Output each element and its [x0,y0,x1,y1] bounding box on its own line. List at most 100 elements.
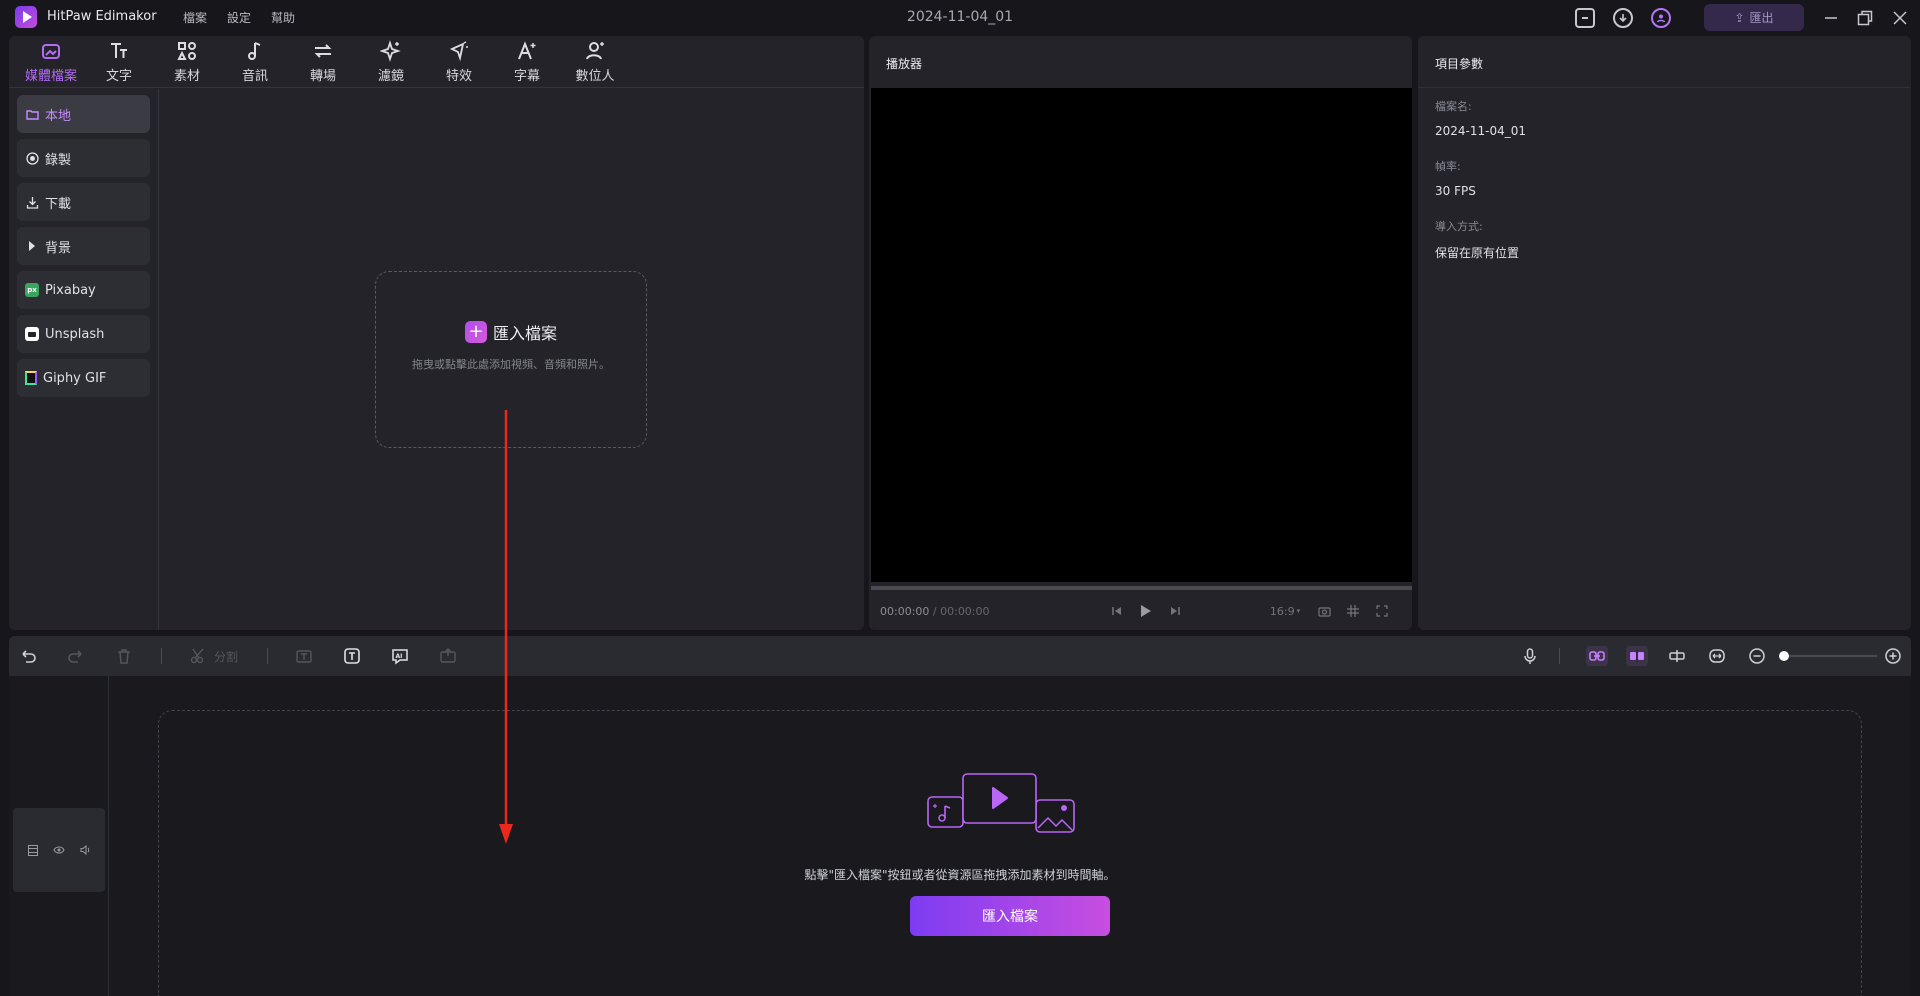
export-frame-icon[interactable] [438,646,458,666]
tab-media[interactable]: 媒體檔案 [17,36,85,88]
download-icon[interactable] [1613,8,1633,28]
redo-icon[interactable] [66,646,86,666]
speaker-icon[interactable] [79,844,91,856]
restore-icon[interactable] [1854,7,1876,29]
zoom-in-icon[interactable] [1883,646,1903,666]
file-name-value: 2024-11-04_01 [1435,124,1527,138]
microphone-icon[interactable] [1520,646,1540,666]
ai-caption-icon[interactable]: AI [390,646,410,666]
player-title: 播放器 [886,57,923,71]
tab-effects[interactable]: 特效 [425,36,493,88]
timeline-import-button[interactable]: 匯入檔案 [910,896,1110,936]
subtitle-icon [518,41,536,60]
zoom-out-icon[interactable] [1747,646,1767,666]
prev-frame-icon[interactable] [1110,604,1124,618]
sidebar-item-pixabay[interactable]: px Pixabay [17,271,150,309]
aspect-ratio-select[interactable]: 16:9 ▾ [1267,604,1303,618]
play-icon[interactable] [1139,604,1153,618]
player-time: 00:00:00 / 00:00:00 [880,605,990,618]
app-name: HitPaw Edimakor [47,9,157,24]
sidebar-item-local[interactable]: 本地 [17,95,150,133]
close-icon[interactable] [1889,7,1911,29]
player-controls: 00:00:00 / 00:00:00 16:9 ▾ [880,604,1400,620]
params-title: 項目參數 [1435,57,1484,71]
feedback-icon[interactable] [1575,8,1595,28]
audio-icon [248,42,261,60]
media-icon [42,44,60,59]
snapshot-icon[interactable] [1317,604,1331,618]
export-button[interactable]: ⇪ 匯出 [1704,4,1804,31]
toolbar-divider [1559,648,1560,664]
sidebar-item-download[interactable]: 下載 [17,183,150,221]
aspect-ratio-value: 16:9 [1269,604,1295,618]
undo-icon[interactable] [18,646,38,666]
link-clips-icon[interactable] [1586,646,1608,666]
current-time: 00:00:00 [880,605,930,618]
sidebar-item-background[interactable]: 背景 [17,227,150,265]
menu-bar: 檔案 設定 幫助 [183,9,295,26]
tab-label: 音訊 [241,69,268,84]
tab-avatar[interactable]: 數位人 [561,36,629,88]
import-label: 匯入檔案 [492,324,557,343]
tab-audio[interactable]: 音訊 [221,36,289,88]
text-tool-icon[interactable] [342,646,362,666]
eye-icon[interactable] [53,844,65,856]
frame-rate-value: 30 FPS [1435,184,1476,198]
menu-settings[interactable]: 設定 [227,9,251,26]
zoom-slider-track[interactable] [1783,655,1877,657]
menu-help[interactable]: 幫助 [271,9,295,26]
time-separator: / [929,605,941,618]
red-arrow-annotation [499,410,513,844]
media-sidebar: 本地 錄製 下載 背景 px Pixabay Unsplash Giphy GI… [9,89,159,630]
sidebar-item-label: 下載 [45,196,72,212]
menu-file[interactable]: 檔案 [183,9,207,26]
add-text-track-icon[interactable] [294,646,314,666]
avatar-icon [586,42,604,60]
unsplash-icon [25,327,39,341]
minimize-icon[interactable] [1820,7,1842,29]
film-track-icon[interactable] [27,844,39,856]
sidebar-item-unsplash[interactable]: Unsplash [17,315,150,353]
params-header: 項目參數 [1418,36,1911,88]
split-label[interactable]: 分割 [214,648,238,665]
titlebar-icons [1575,8,1671,28]
svg-text:AI: AI [396,653,403,660]
tab-label: 轉場 [309,69,336,84]
fit-timeline-icon[interactable] [1707,646,1727,666]
sidebar-item-label: 本地 [45,108,72,124]
tab-label: 素材 [173,69,200,84]
timeline-dropzone[interactable] [158,710,1862,996]
export-icon: ⇪ [1734,10,1745,25]
tab-filter[interactable]: 濾鏡 [357,36,425,88]
sidebar-item-label: 錄製 [45,152,72,168]
split-track-icon[interactable] [1667,646,1687,666]
crop-grid-icon[interactable] [1346,604,1360,618]
pixabay-icon: px [25,283,39,297]
scissors-icon[interactable] [189,646,209,666]
timeline-toolbar: 分割 AI [9,636,1911,676]
import-media-button[interactable]: + 匯入檔案 [464,320,557,344]
player-progress-bar[interactable] [871,586,1412,590]
tab-label: 特效 [445,69,472,84]
sidebar-item-record[interactable]: 錄製 [17,139,150,177]
delete-icon[interactable] [114,646,134,666]
account-icon[interactable] [1651,8,1671,28]
filter-icon [380,40,401,62]
zoom-slider-handle[interactable] [1779,651,1789,661]
toolbar-divider [267,648,268,664]
magnet-snap-icon[interactable] [1626,646,1648,666]
tab-label: 數位人 [575,69,615,84]
tab-elements[interactable]: 素材 [153,36,221,88]
elements-icon [177,42,196,60]
next-frame-icon[interactable] [1168,604,1182,618]
tab-text[interactable]: 文字 [85,36,153,88]
sidebar-item-giphy[interactable]: Giphy GIF [17,359,150,397]
tab-transition[interactable]: 轉場 [289,36,357,88]
folder-icon [25,107,39,121]
player-screen[interactable] [871,88,1412,582]
import-hint: 拖曳或點擊此處添加視頻、音頻和照片。 [412,358,610,371]
file-name-label: 檔案名: [1435,100,1472,113]
transition-icon [314,44,332,58]
tab-subtitle[interactable]: 字幕 [493,36,561,88]
fullscreen-icon[interactable] [1375,604,1389,618]
